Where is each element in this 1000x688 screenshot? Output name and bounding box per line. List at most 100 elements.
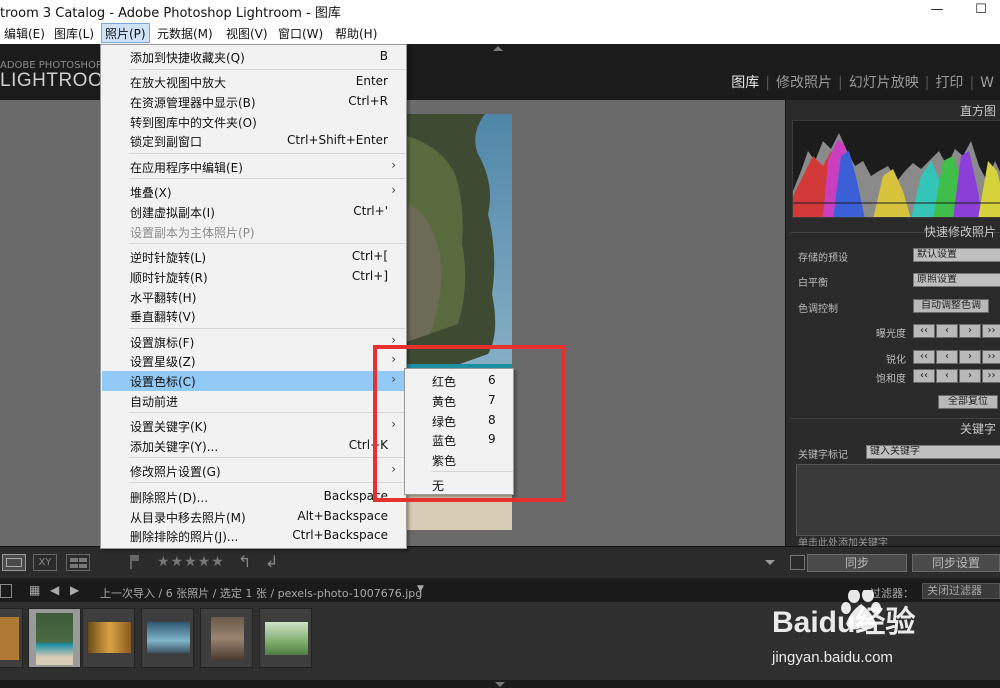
menu-item-set-keyword[interactable]: 设置关键字(K) › [101, 416, 406, 436]
forward-arrow-icon[interactable]: ▶ [70, 583, 79, 597]
menu-item-add-keywords[interactable]: 添加关键字(Y)... Ctrl+K [101, 436, 406, 456]
menu-item-set-color-label[interactable]: 设置色标(C) › [102, 371, 405, 391]
clarity-increase-button[interactable]: › [959, 350, 981, 364]
white-balance-label: 白平衡 [798, 278, 828, 289]
menu-separator [129, 69, 405, 70]
keyword-tags-select[interactable]: 键入关键字 [866, 445, 1000, 459]
menu-view[interactable]: 视图(V) [226, 25, 268, 43]
menu-separator [129, 153, 405, 154]
breadcrumb-dropdown-icon[interactable]: ▼ [417, 584, 424, 594]
menu-item-remove-from-catalog[interactable]: 从目录中移去照片(M) Alt+Backspace [101, 507, 406, 527]
menu-item-set-copy-as-master: 设置副本为主体照片(P) [130, 226, 255, 240]
menu-item-delete-photo[interactable]: 删除照片(D)... Backspace [101, 487, 406, 507]
module-slideshow[interactable]: 幻灯片放映 [849, 75, 919, 91]
star-rating[interactable]: ★★★★★ [157, 554, 225, 570]
saved-preset-select[interactable]: 默认设置 [913, 248, 1000, 262]
menu-item-auto-advance[interactable]: 自动前进 [101, 391, 406, 411]
auto-tone-button[interactable]: 自动调整色调 [913, 299, 989, 313]
back-arrow-icon[interactable]: ◀ [50, 583, 59, 597]
histogram-title[interactable]: 直方图 [960, 102, 996, 119]
menu-item-rotate-right[interactable]: 顺时针旋转(R) Ctrl+] [101, 267, 406, 287]
saturation-increase-button[interactable]: › [959, 369, 981, 383]
menu-item-show-in-explorer[interactable]: 在资源管理器中显示(B) Ctrl+R [101, 92, 406, 112]
annotation-highlight-box [373, 345, 565, 502]
module-library[interactable]: 图库 [731, 75, 759, 91]
toolbar-options-icon[interactable] [765, 560, 775, 565]
white-balance-select[interactable]: 原照设置 [913, 273, 1000, 287]
menu-item-lock-to-second-window[interactable]: 锁定到副窗口 Ctrl+Shift+Enter [101, 131, 406, 151]
menu-separator [129, 457, 405, 458]
clarity-increase-large-button[interactable]: ›› [982, 350, 1000, 364]
menu-item-set-flag[interactable]: 设置旗标(F) › [101, 332, 406, 352]
keyword-tags-label: 关键字标记 [798, 450, 848, 461]
module-picker: 图库 | 修改照片 | 幻灯片放映 | 打印 | W [725, 72, 1000, 92]
flag-icon[interactable] [130, 555, 140, 569]
loupe-view-icon[interactable] [2, 554, 26, 571]
menu-item-delete-rejected[interactable]: 删除排除的照片(J)... Ctrl+Backspace [101, 526, 406, 546]
menu-item-stacking[interactable]: 堆叠(X) › [101, 182, 406, 202]
survey-view-icon[interactable] [66, 554, 90, 571]
right-panel: 直方图 快速修改照片 存储的预设 默认设置 白平衡 原照设置 色调控制 自动调整… [785, 100, 1000, 549]
filmstrip-breadcrumb[interactable]: 上一次导入 / 6 张照片 / 选定 1 张 / pexels-photo-10… [100, 585, 422, 601]
saturation-decrease-button[interactable]: ‹ [936, 369, 958, 383]
collapse-bottom-panel-icon[interactable] [495, 682, 505, 687]
thumbnail-image [147, 622, 190, 653]
menu-help[interactable]: 帮助(H) [335, 25, 377, 43]
rotate-left-icon[interactable]: ↰ [238, 552, 251, 571]
maximize-button[interactable]: ☐ [966, 0, 996, 22]
secondary-window-icon[interactable] [0, 584, 12, 598]
reset-all-button[interactable]: 全部复位 [938, 395, 998, 409]
menu-item-rotate-left[interactable]: 逆时针旋转(L) Ctrl+[ [101, 247, 406, 267]
exposure-increase-button[interactable]: › [959, 324, 981, 338]
thumbnail-image [36, 613, 73, 665]
sync-toggle-icon[interactable] [790, 555, 805, 570]
clarity-decrease-button[interactable]: ‹ [936, 350, 958, 364]
saturation-decrease-large-button[interactable]: ‹‹ [913, 369, 935, 383]
keywords-textarea[interactable] [796, 464, 1000, 536]
compare-view-icon[interactable]: XY [33, 554, 57, 571]
filmstrip-thumbnail[interactable] [259, 608, 312, 668]
menu-item-zoom-in-loupe[interactable]: 在放大视图中放大 Enter [101, 72, 406, 92]
menu-edit[interactable]: 编辑(E) [4, 25, 45, 43]
menu-item-develop-settings[interactable]: 修改照片设置(G) › [101, 461, 406, 481]
exposure-decrease-button[interactable]: ‹ [936, 324, 958, 338]
menu-item-add-to-quick-collection[interactable]: 添加到快捷收藏夹(Q) B [101, 47, 406, 67]
watermark-url: jingyan.baidu.com [771, 649, 893, 666]
collapse-top-panel-icon[interactable] [493, 46, 503, 51]
module-separator: | [765, 75, 770, 91]
clarity-decrease-large-button[interactable]: ‹‹ [913, 350, 935, 364]
grid-icon[interactable]: ▦ [29, 583, 40, 597]
menu-item-flip-horizontal[interactable]: 水平翻转(H) [101, 287, 406, 307]
menu-item-set-rating[interactable]: 设置星级(Z) › [101, 351, 406, 371]
filmstrip-thumbnail[interactable] [82, 608, 135, 668]
exposure-decrease-large-button[interactable]: ‹‹ [913, 324, 935, 338]
menu-item-edit-in[interactable]: 在应用程序中编辑(E) › [101, 157, 406, 177]
quick-develop-title[interactable]: 快速修改照片 [924, 223, 996, 240]
saturation-increase-large-button[interactable]: ›› [982, 369, 1000, 383]
filmstrip-thumbnail[interactable] [0, 608, 23, 668]
exposure-increase-large-button[interactable]: ›› [982, 324, 1000, 338]
saturation-label: 饱和度 [876, 374, 906, 385]
menu-library[interactable]: 图库(L) [54, 25, 94, 43]
menu-item-go-to-folder[interactable]: 转到图库中的文件夹(O) [101, 112, 406, 132]
submenu-arrow-icon: › [391, 183, 396, 197]
filmstrip-thumbnail[interactable] [141, 608, 194, 668]
menu-metadata[interactable]: 元数据(M) [157, 25, 213, 43]
module-print[interactable]: 打印 [935, 75, 963, 91]
keywording-title[interactable]: 关键字 [960, 420, 996, 437]
filmstrip-thumbnail[interactable] [200, 608, 253, 668]
menu-window[interactable]: 窗口(W) [278, 25, 323, 43]
menu-item-create-virtual-copy[interactable]: 创建虚拟副本(I) Ctrl+' [101, 202, 406, 222]
filmstrip-thumbnail-selected[interactable] [28, 608, 81, 668]
menu-photo[interactable]: 照片(P) [101, 23, 150, 43]
photo-menu-dropdown: 添加到快捷收藏夹(Q) B 在放大视图中放大 Enter 在资源管理器中显示(B) C… [100, 44, 407, 549]
menu-separator [129, 482, 405, 483]
menu-item-flip-vertical[interactable]: 垂直翻转(V) [101, 306, 406, 326]
minimize-button[interactable]: — [922, 0, 952, 22]
histogram [792, 120, 1000, 218]
rotate-right-icon[interactable]: ↲ [265, 552, 278, 571]
module-web[interactable]: W [980, 75, 994, 91]
sync-settings-button[interactable]: 同步设置 [912, 554, 1000, 572]
module-develop[interactable]: 修改照片 [776, 75, 832, 91]
sync-button[interactable]: 同步 [807, 554, 907, 572]
